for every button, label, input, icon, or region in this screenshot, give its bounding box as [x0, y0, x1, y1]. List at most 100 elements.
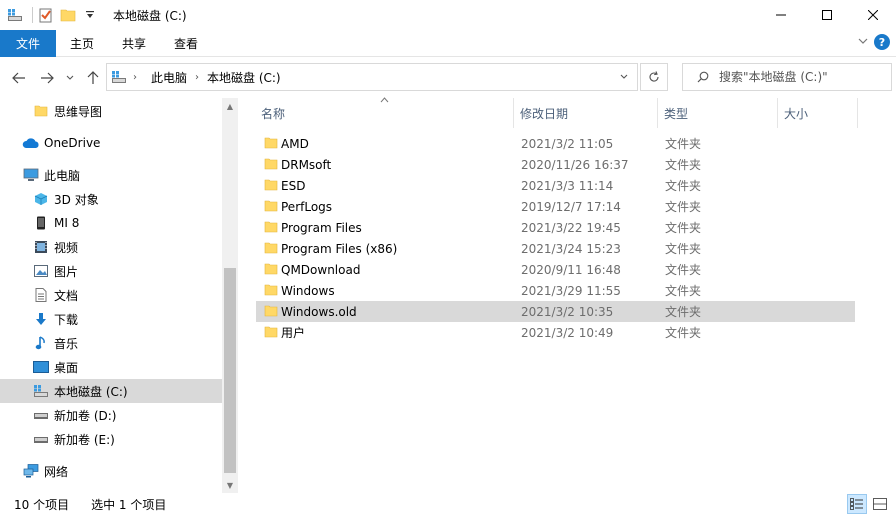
sidebar-item-videos[interactable]: 视频 [0, 235, 222, 259]
new-folder-icon[interactable] [59, 6, 77, 24]
table-row[interactable]: Windows 2021/3/29 11:55 文件夹 [256, 280, 855, 301]
scroll-down-icon[interactable]: ▼ [222, 477, 238, 493]
file-type: 文件夹 [665, 137, 702, 151]
details-view-button[interactable] [847, 494, 867, 514]
search-box[interactable] [682, 63, 892, 91]
file-date: 2020/9/11 16:48 [521, 262, 621, 277]
cloud-icon [22, 134, 40, 152]
table-row[interactable]: ESD 2021/3/3 11:14 文件夹 [256, 175, 855, 196]
table-row-selected[interactable]: Windows.old 2021/3/2 10:35 文件夹 [256, 301, 855, 322]
details-view-icon [850, 498, 863, 510]
minimize-icon [776, 14, 786, 16]
folder-icon [264, 221, 278, 233]
forward-button[interactable] [36, 67, 58, 89]
column-header-date[interactable]: 修改日期 [514, 98, 658, 128]
sidebar-item-label: 新加卷 (E:) [54, 432, 115, 447]
column-header-size[interactable]: 大小 [778, 98, 858, 128]
file-type: 文件夹 [665, 179, 702, 193]
folder-icon [264, 242, 278, 254]
close-icon [868, 10, 878, 20]
tab-share[interactable]: 共享 [108, 30, 160, 57]
table-row[interactable]: Program Files (x86) 2021/3/24 15:23 文件夹 [256, 238, 855, 259]
table-row[interactable]: AMD 2021/3/2 11:05 文件夹 [256, 133, 855, 154]
breadcrumb-this-pc[interactable]: 此电脑 [151, 69, 187, 86]
sidebar-item-mi8[interactable]: MI 8 [0, 211, 222, 235]
scroll-up-icon[interactable]: ▲ [222, 98, 238, 114]
sidebar-item-pictures[interactable]: 图片 [0, 259, 222, 283]
sidebar-item-downloads[interactable]: 下载 [0, 307, 222, 331]
search-input[interactable] [719, 70, 889, 84]
sidebar-item-label: OneDrive [44, 136, 101, 150]
address-bar[interactable]: › 此电脑 › 本地磁盘 (C:) [106, 63, 638, 91]
up-button[interactable] [82, 67, 104, 89]
tab-file[interactable]: 文件 [0, 29, 56, 57]
folder-icon [32, 102, 50, 120]
properties-icon[interactable] [37, 6, 55, 24]
table-row[interactable]: Program Files 2021/3/22 19:45 文件夹 [256, 217, 855, 238]
chevron-right-icon[interactable]: › [133, 72, 137, 83]
file-date: 2021/3/2 10:49 [521, 325, 614, 340]
file-date: 2021/3/2 10:35 [521, 304, 614, 319]
tab-view[interactable]: 查看 [160, 30, 212, 57]
sidebar-item-label: 3D 对象 [54, 192, 99, 207]
sidebar-item-network[interactable]: 网络 [0, 459, 222, 483]
breadcrumb-local-disk[interactable]: 本地磁盘 (C:) [207, 69, 281, 86]
sidebar-item-this-pc[interactable]: 此电脑 [0, 163, 222, 187]
file-type: 文件夹 [665, 158, 702, 172]
refresh-icon [649, 71, 659, 82]
column-header-name[interactable]: 名称 [255, 98, 514, 128]
chevron-right-icon[interactable]: › [195, 72, 199, 83]
music-icon [32, 334, 50, 352]
address-dropdown-button[interactable] [611, 64, 637, 90]
column-header-type[interactable]: 类型 [658, 98, 778, 128]
sidebar-item-music[interactable]: 音乐 [0, 331, 222, 355]
drive-icon[interactable] [6, 6, 24, 24]
table-row[interactable]: 用户 2021/3/2 10:49 文件夹 [256, 322, 855, 343]
item-count: 10 个项目 [14, 498, 70, 512]
navigation-pane: 思维导图 OneDrive 此电脑 3D 对象 MI 8 视频 图片 文档 下载… [0, 98, 238, 493]
file-date: 2020/11/26 16:37 [521, 157, 629, 172]
recent-locations-button[interactable] [62, 67, 78, 89]
large-icons-view-button[interactable] [870, 494, 890, 514]
document-icon [32, 286, 50, 304]
sidebar-item-label: MI 8 [54, 216, 80, 230]
sidebar-item-3d-objects[interactable]: 3D 对象 [0, 187, 222, 211]
folder-icon [264, 305, 278, 317]
drive-icon [111, 70, 127, 84]
sidebar-item-local-disk-c[interactable]: 本地磁盘 (C:) [0, 379, 222, 403]
tab-home[interactable]: 主页 [56, 30, 108, 57]
customize-toolbar-icon[interactable] [81, 6, 99, 24]
maximize-button[interactable] [804, 0, 850, 30]
file-date: 2021/3/3 11:14 [521, 178, 614, 193]
file-name: PerfLogs [281, 199, 333, 214]
table-row[interactable]: PerfLogs 2019/12/7 17:14 文件夹 [256, 196, 855, 217]
refresh-button[interactable] [640, 63, 668, 91]
title-bar: 本地磁盘 (C:) [0, 0, 896, 30]
expand-ribbon-icon[interactable] [858, 35, 868, 49]
file-name: DRMsoft [281, 157, 332, 172]
file-type: 文件夹 [665, 326, 702, 340]
drive-c-icon [32, 382, 50, 400]
ribbon-tabs: 文件 主页 共享 查看 ? [0, 29, 896, 57]
video-icon [32, 238, 50, 256]
file-name: QMDownload [281, 262, 361, 277]
sidebar-item-mind-map[interactable]: 思维导图 [0, 99, 222, 123]
sidebar-scrollbar[interactable]: ▲ ▼ [222, 98, 238, 493]
table-row[interactable]: DRMsoft 2020/11/26 16:37 文件夹 [256, 154, 855, 175]
folder-icon [264, 137, 278, 149]
sidebar-item-volume-e[interactable]: 新加卷 (E:) [0, 427, 222, 451]
table-row[interactable]: QMDownload 2020/9/11 16:48 文件夹 [256, 259, 855, 280]
back-button[interactable] [8, 67, 30, 89]
file-date: 2021/3/2 11:05 [521, 136, 614, 151]
sidebar-item-onedrive[interactable]: OneDrive [0, 131, 222, 155]
file-date: 2019/12/7 17:14 [521, 199, 621, 214]
minimize-button[interactable] [758, 0, 804, 30]
sidebar-item-desktop[interactable]: 桌面 [0, 355, 222, 379]
sidebar-item-documents[interactable]: 文档 [0, 283, 222, 307]
sidebar-item-volume-d[interactable]: 新加卷 (D:) [0, 403, 222, 427]
view-switcher [847, 494, 890, 514]
scrollbar-thumb[interactable] [224, 268, 236, 473]
help-icon[interactable]: ? [874, 34, 890, 50]
close-button[interactable] [850, 0, 896, 30]
file-name: Windows [281, 283, 335, 298]
